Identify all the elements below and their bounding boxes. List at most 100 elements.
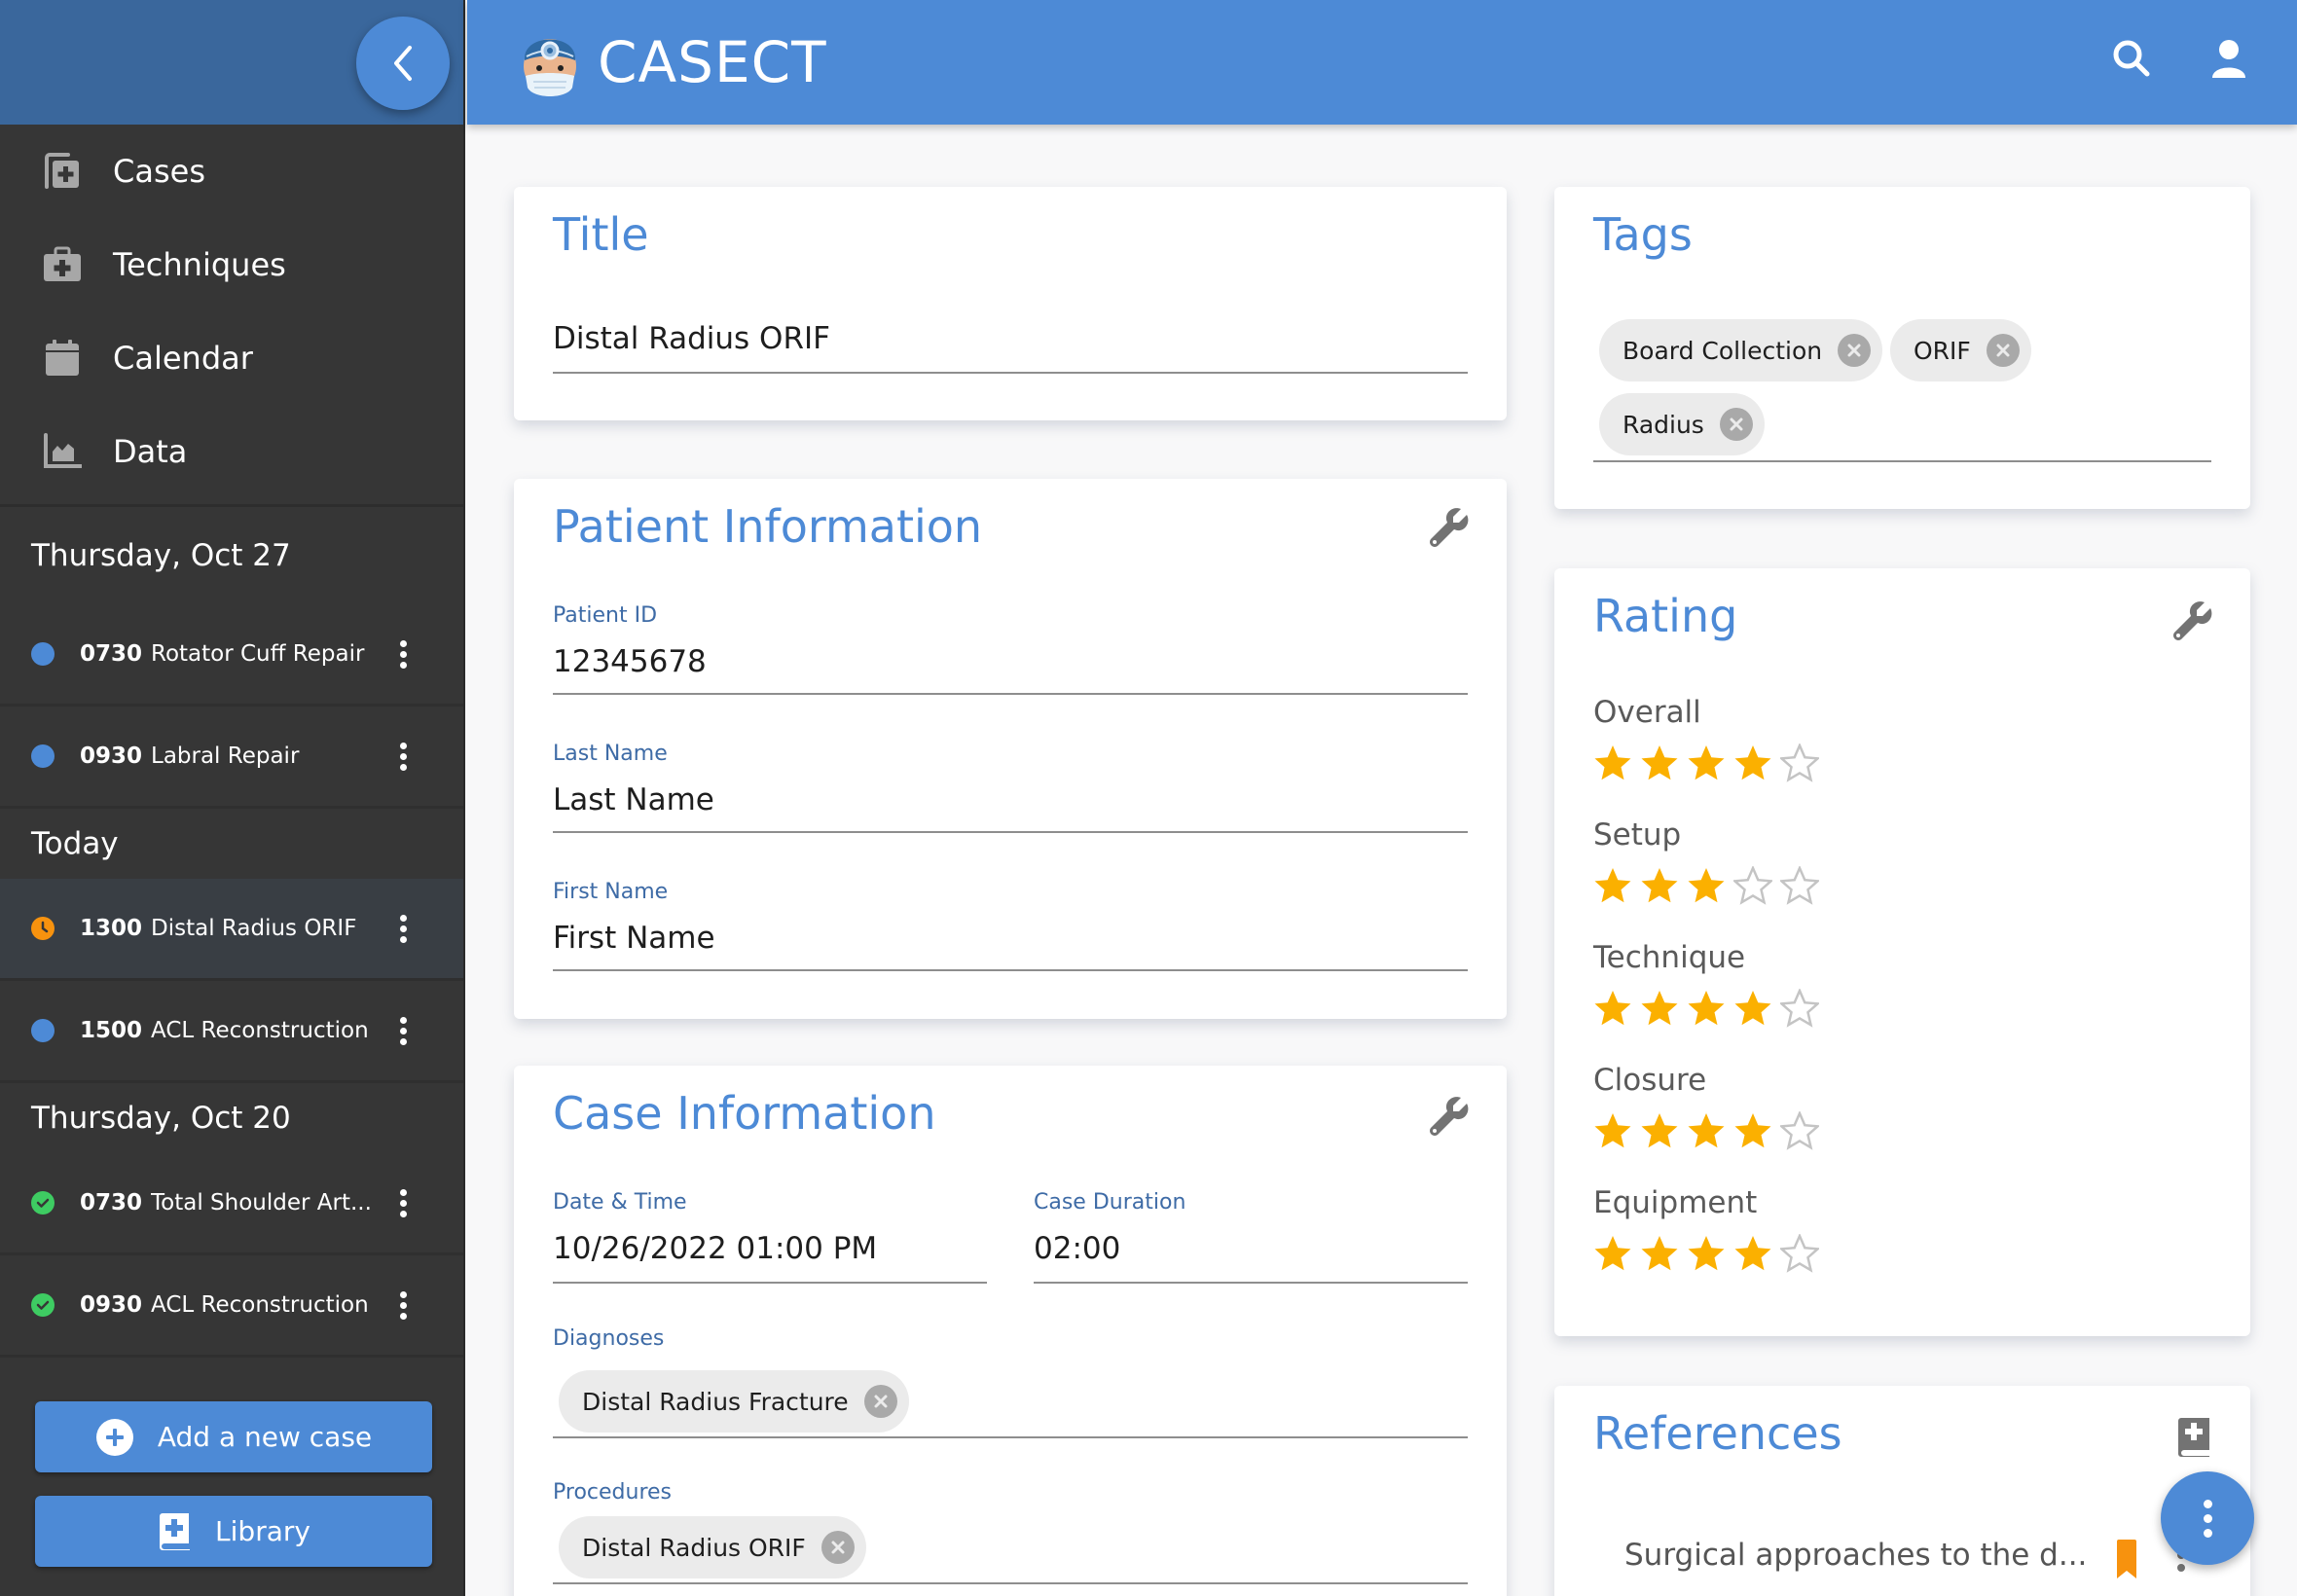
add-new-case-button[interactable]: Add a new case (35, 1401, 432, 1472)
field-underline (553, 1282, 987, 1284)
scheduled-status-icon (31, 1019, 55, 1042)
diagnoses-label: Diagnoses (553, 1326, 665, 1351)
sidebar-item-data[interactable]: Data (0, 405, 463, 498)
sidebar-item-techniques[interactable]: Techniques (0, 218, 463, 311)
case-list-item[interactable]: 0730 Rotator Cuff Repair (0, 604, 463, 707)
star-filled-icon[interactable] (1640, 866, 1679, 905)
sidebar-item-label: Cases (113, 153, 205, 190)
star-rating-technique[interactable] (1593, 989, 1819, 1028)
sidebar: Cases Techniques Calendar Data Thursday,… (0, 0, 465, 1596)
star-empty-icon[interactable] (1780, 1234, 1819, 1273)
star-rating-setup[interactable] (1593, 866, 1819, 905)
procedure-chip[interactable]: Distal Radius ORIF (559, 1516, 866, 1578)
star-filled-icon[interactable] (1593, 1111, 1632, 1150)
date-time-input[interactable]: 10/26/2022 01:00 PM (553, 1231, 877, 1266)
star-empty-icon[interactable] (1780, 866, 1819, 905)
more-options-icon[interactable] (389, 737, 417, 776)
star-filled-icon[interactable] (1593, 989, 1632, 1028)
field-underline (553, 1582, 1468, 1584)
star-filled-icon[interactable] (1687, 744, 1726, 782)
add-new-case-label: Add a new case (157, 1421, 373, 1453)
star-filled-icon[interactable] (1733, 1111, 1772, 1150)
star-filled-icon[interactable] (1733, 1234, 1772, 1273)
first-name-label: First Name (553, 880, 669, 904)
case-time: 0930 (80, 744, 143, 769)
field-underline (553, 1436, 1468, 1438)
tag-chip[interactable]: Board Collection (1599, 319, 1883, 381)
first-name-input[interactable]: First Name (553, 921, 715, 956)
star-empty-icon[interactable] (1733, 866, 1772, 905)
sidebar-item-calendar[interactable]: Calendar (0, 311, 463, 405)
card-heading: Rating (1593, 590, 1738, 642)
day-header: Thursday, Oct 27 (31, 538, 291, 573)
library-button[interactable]: Library (35, 1496, 432, 1567)
star-filled-icon[interactable] (1593, 866, 1632, 905)
star-empty-icon[interactable] (1780, 1111, 1819, 1150)
case-list-item[interactable]: 1500 ACL Reconstruction (0, 981, 463, 1083)
more-options-icon[interactable] (389, 909, 417, 948)
wrench-icon[interactable] (1427, 1095, 1470, 1138)
star-empty-icon[interactable] (1780, 744, 1819, 782)
wrench-icon[interactable] (2170, 599, 2213, 642)
case-name: Distal Radius ORIF (151, 916, 357, 941)
search-icon[interactable] (2112, 39, 2151, 78)
title-input[interactable]: Distal Radius ORIF (553, 321, 830, 356)
bookmark-icon[interactable] (2117, 1540, 2136, 1578)
star-filled-icon[interactable] (1593, 1234, 1632, 1273)
remove-chip-icon[interactable] (1838, 334, 1872, 367)
star-filled-icon[interactable] (1687, 1111, 1726, 1150)
field-underline (1034, 1282, 1468, 1284)
reference-list-item[interactable]: Surgical approaches to the d... (1624, 1538, 2150, 1586)
star-rating-overall[interactable] (1593, 744, 1819, 782)
case-list-item-selected[interactable]: 1300 Distal Radius ORIF (0, 879, 463, 981)
sidebar-item-cases[interactable]: Cases (0, 125, 463, 218)
more-options-icon[interactable] (389, 635, 417, 673)
star-filled-icon[interactable] (1687, 989, 1726, 1028)
star-empty-icon[interactable] (1780, 989, 1819, 1028)
case-list-item[interactable]: 0730 Total Shoulder Art... (0, 1153, 463, 1255)
scheduled-status-icon (31, 642, 55, 666)
reference-title: Surgical approaches to the d... (1624, 1538, 2088, 1573)
clock-status-icon (31, 917, 55, 940)
app-title: CASECT (598, 29, 827, 95)
more-options-icon[interactable] (389, 1011, 417, 1050)
star-filled-icon[interactable] (1733, 744, 1772, 782)
calendar-icon (43, 339, 82, 378)
chevron-left-icon (394, 46, 412, 81)
references-card: References Surgical approaches to the d.… (1554, 1386, 2250, 1596)
star-filled-icon[interactable] (1593, 744, 1632, 782)
collapse-sidebar-button[interactable] (356, 17, 450, 110)
card-heading: Title (553, 208, 649, 261)
diagnosis-chip[interactable]: Distal Radius Fracture (559, 1370, 909, 1433)
more-actions-fab[interactable] (2161, 1471, 2254, 1565)
star-rating-equipment[interactable] (1593, 1234, 1819, 1273)
user-profile-icon[interactable] (2209, 39, 2248, 78)
remove-chip-icon[interactable] (820, 1531, 855, 1564)
more-options-icon[interactable] (389, 1183, 417, 1222)
remove-chip-icon[interactable] (863, 1385, 897, 1418)
case-duration-label: Case Duration (1034, 1190, 1186, 1215)
star-filled-icon[interactable] (1640, 1111, 1679, 1150)
patient-id-input[interactable]: 12345678 (553, 644, 707, 679)
star-filled-icon[interactable] (1640, 989, 1679, 1028)
star-filled-icon[interactable] (1687, 866, 1726, 905)
add-reference-book-icon[interactable] (2176, 1417, 2211, 1458)
remove-chip-icon[interactable] (1719, 408, 1753, 441)
card-heading: Patient Information (553, 500, 983, 553)
star-filled-icon[interactable] (1733, 989, 1772, 1028)
last-name-input[interactable]: Last Name (553, 782, 714, 817)
star-rating-closure[interactable] (1593, 1111, 1819, 1150)
chart-area-icon (43, 432, 82, 471)
tag-chip[interactable]: ORIF (1890, 319, 2031, 381)
tag-chip[interactable]: Radius (1599, 393, 1765, 455)
more-options-icon[interactable] (389, 1286, 417, 1324)
case-time: 1300 (80, 916, 143, 941)
case-duration-input[interactable]: 02:00 (1034, 1231, 1120, 1266)
remove-chip-icon[interactable] (1986, 334, 2020, 367)
wrench-icon[interactable] (1427, 506, 1470, 549)
star-filled-icon[interactable] (1640, 744, 1679, 782)
case-list-item[interactable]: 0930 ACL Reconstruction (0, 1255, 463, 1358)
case-list-item[interactable]: 0930 Labral Repair (0, 707, 463, 809)
star-filled-icon[interactable] (1640, 1234, 1679, 1273)
star-filled-icon[interactable] (1687, 1234, 1726, 1273)
